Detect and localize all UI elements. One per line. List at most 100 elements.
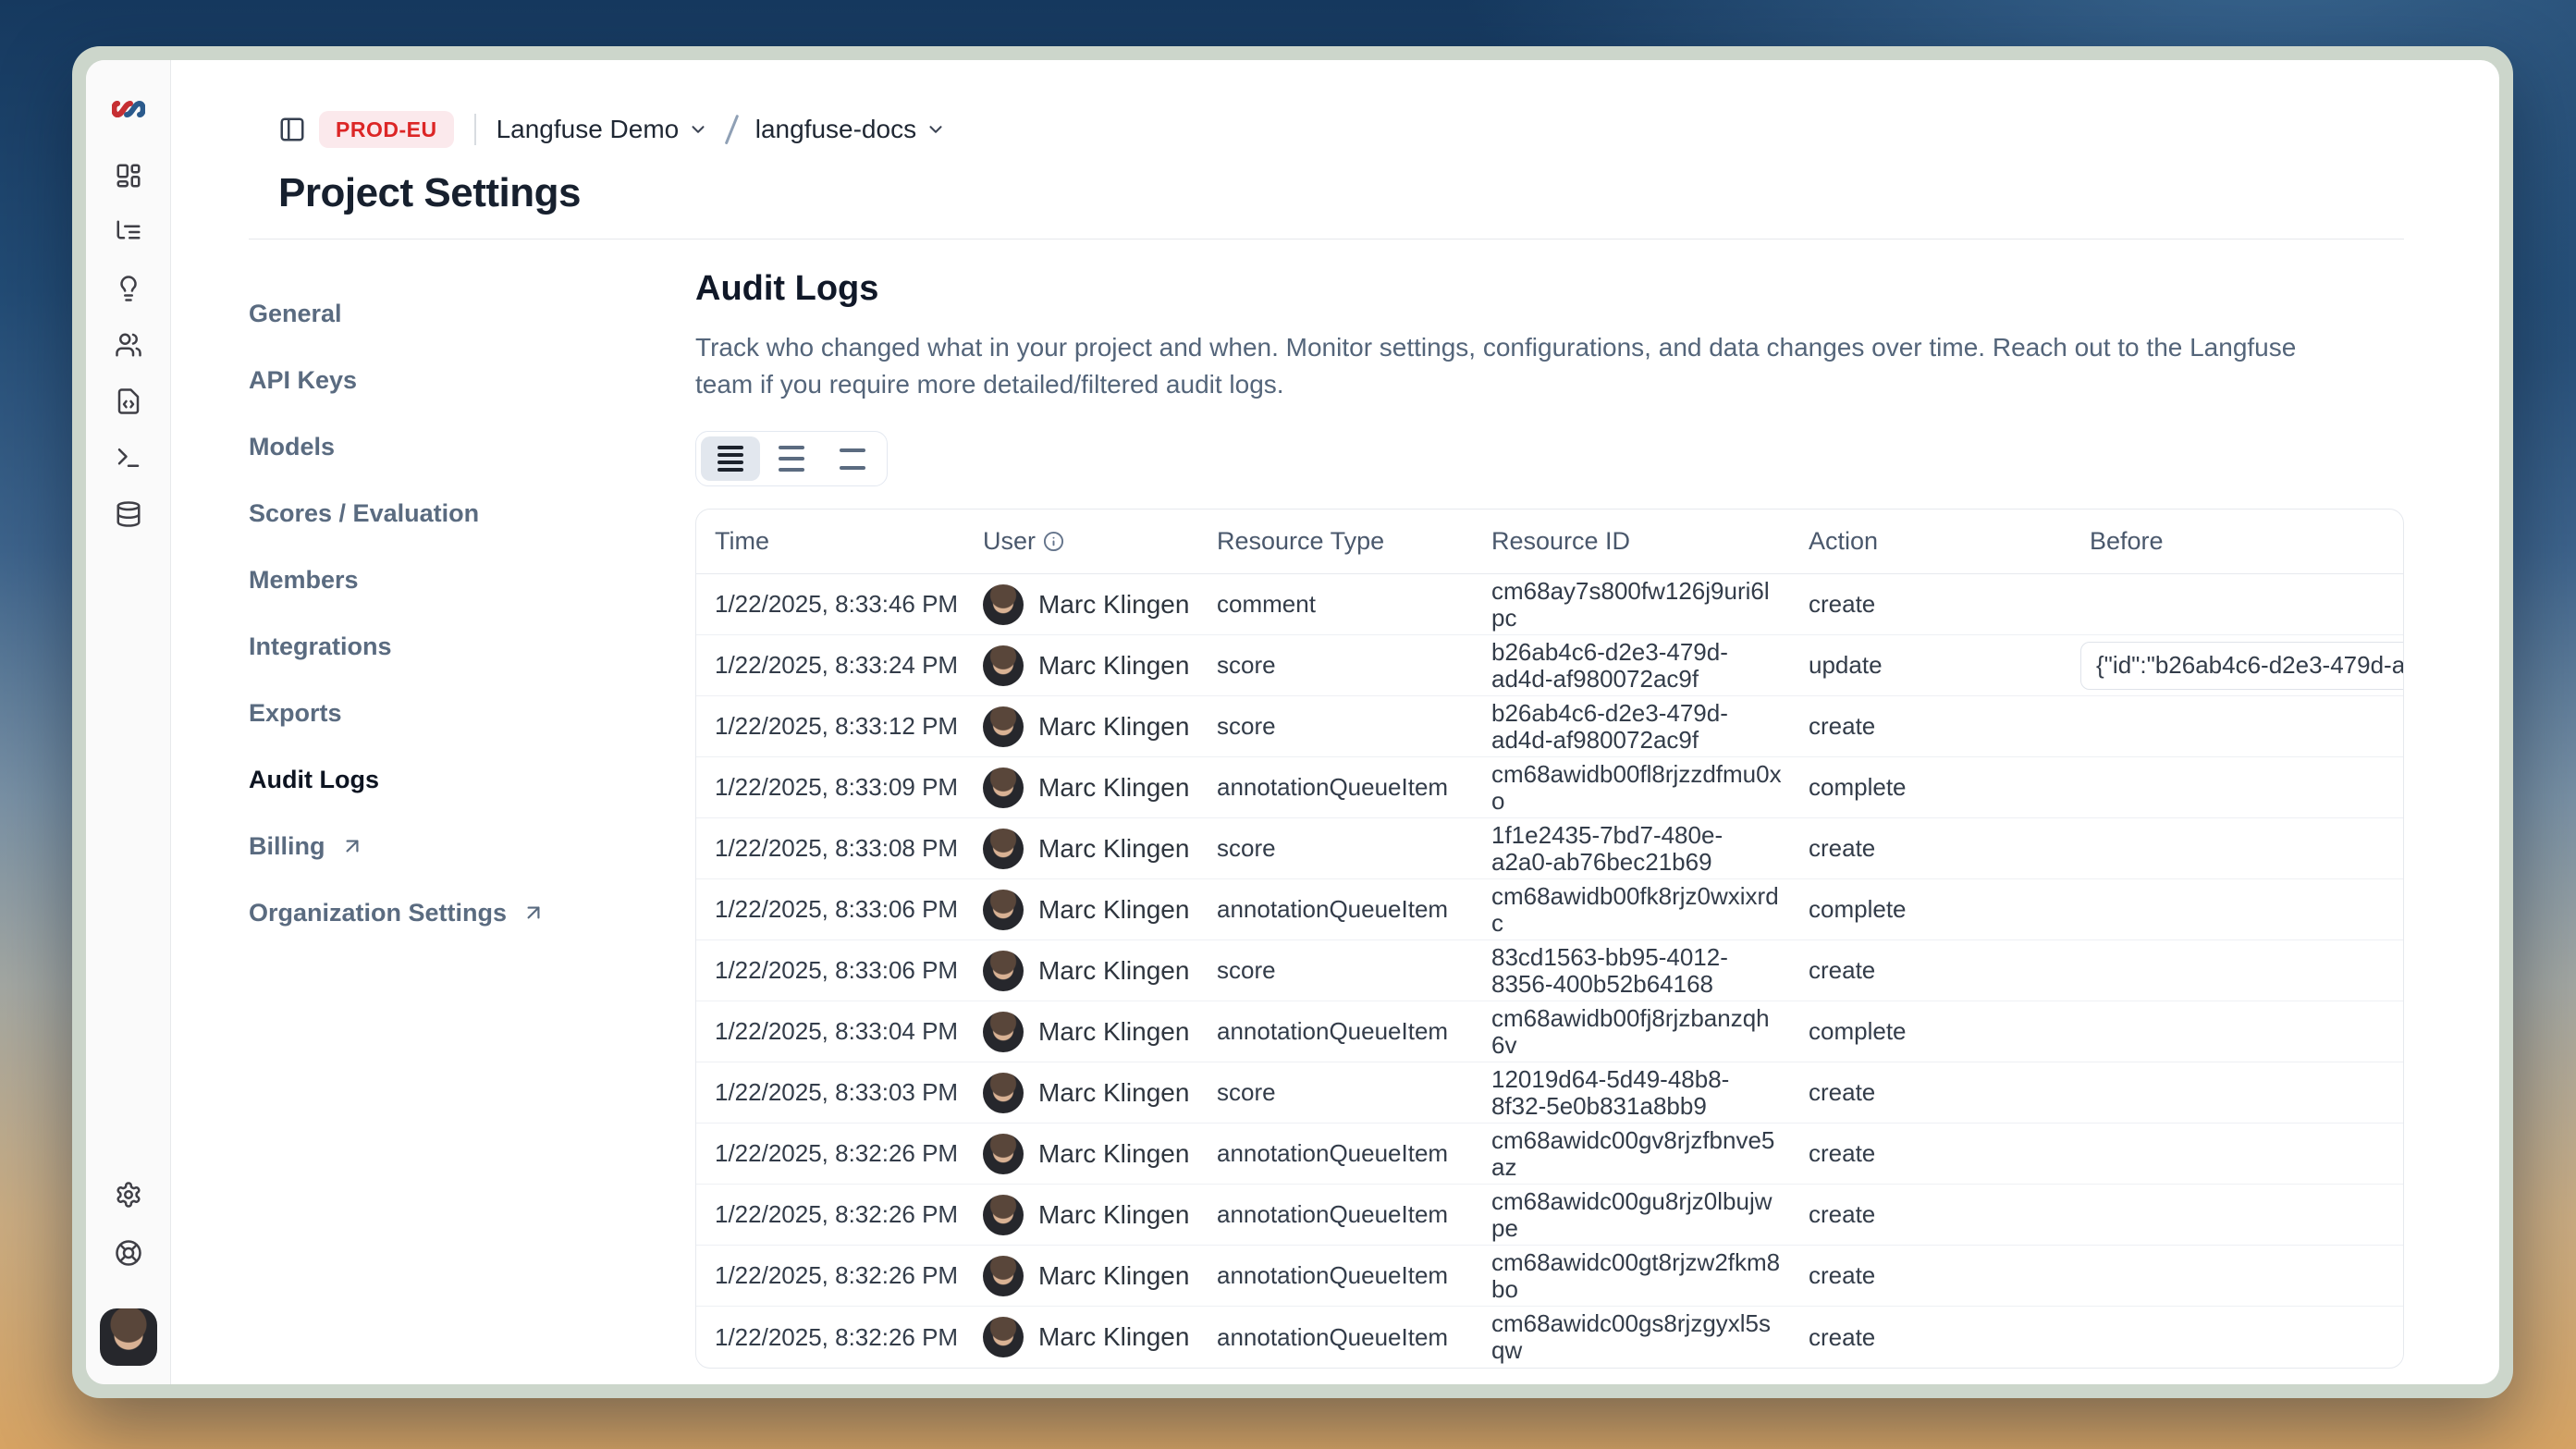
project-selector[interactable]: langfuse-docs <box>755 115 946 144</box>
column-header-resource-type: Resource Type <box>1198 527 1473 556</box>
cell-resource-type: score <box>1198 1078 1473 1107</box>
cell-resource-id: cm68awidc00gv8rjzfbnve5az <box>1473 1127 1790 1181</box>
cell-resource-id: cm68awidb00fk8rjz0wxixrdc <box>1473 883 1790 937</box>
cell-time: 1/22/2025, 8:33:08 PM <box>696 834 964 863</box>
row-height-medium-button[interactable] <box>762 436 821 481</box>
section-title: Audit Logs <box>695 269 2404 309</box>
cell-resource-id: 83cd1563-bb95-4012-8356-400b52b64168 <box>1473 944 1790 998</box>
database-icon[interactable] <box>115 500 142 528</box>
settings-nav-item-billing[interactable]: Billing <box>249 813 646 879</box>
row-user-avatar <box>983 829 1024 869</box>
breadcrumb: PROD-EU Langfuse Demo langfuse-docs <box>278 111 2499 148</box>
table-row[interactable]: 1/22/2025, 8:33:06 PM Marc Klingen annot… <box>696 879 2403 940</box>
cell-resource-type: annotationQueueItem <box>1198 1261 1473 1290</box>
chevron-down-icon <box>688 119 708 140</box>
table-row[interactable]: 1/22/2025, 8:33:24 PM Marc Klingen score… <box>696 635 2403 696</box>
cell-resource-id: cm68ay7s800fw126j9uri6lpc <box>1473 578 1790 632</box>
table-body: 1/22/2025, 8:33:46 PM Marc Klingen comme… <box>696 574 2403 1368</box>
settings-gear-icon[interactable] <box>115 1181 142 1209</box>
table-row[interactable]: 1/22/2025, 8:32:26 PM Marc Klingen annot… <box>696 1124 2403 1185</box>
lightbulb-icon[interactable] <box>115 275 142 302</box>
settings-nav-item-exports[interactable]: Exports <box>249 680 646 746</box>
playground-icon[interactable] <box>115 444 142 472</box>
cell-resource-type: annotationQueueItem <box>1198 773 1473 802</box>
dashboard-icon[interactable] <box>115 162 142 190</box>
cell-action: complete <box>1790 773 2071 802</box>
page-header: PROD-EU Langfuse Demo langfuse-docs Proj… <box>171 60 2499 216</box>
row-user-name: Marc Klingen <box>1038 590 1189 620</box>
cell-resource-type: annotationQueueItem <box>1198 1323 1473 1352</box>
cell-resource-type: annotationQueueItem <box>1198 1139 1473 1168</box>
table-row[interactable]: 1/22/2025, 8:33:08 PM Marc Klingen score… <box>696 818 2403 879</box>
cell-resource-id: b26ab4c6-d2e3-479d-ad4d-af980072ac9f <box>1473 700 1790 754</box>
row-user-name: Marc Klingen <box>1038 1261 1189 1291</box>
tracing-icon[interactable] <box>115 218 142 246</box>
cell-resource-type: annotationQueueItem <box>1198 1200 1473 1229</box>
cell-resource-id: b26ab4c6-d2e3-479d-ad4d-af980072ac9f <box>1473 639 1790 693</box>
langfuse-app: PROD-EU Langfuse Demo langfuse-docs Proj… <box>86 60 2499 1384</box>
users-icon[interactable] <box>115 331 142 359</box>
settings-nav-item-general[interactable]: General <box>249 280 646 347</box>
row-user-name: Marc Klingen <box>1038 834 1189 864</box>
table-row[interactable]: 1/22/2025, 8:33:12 PM Marc Klingen score… <box>696 696 2403 757</box>
cell-action: create <box>1790 1261 2071 1290</box>
row-user-name: Marc Klingen <box>1038 1139 1189 1169</box>
audit-log-table: Time User Resource Type Resource ID Acti… <box>695 509 2404 1369</box>
langfuse-logo-icon[interactable] <box>112 95 145 123</box>
cell-resource-id: cm68awidc00gt8rjzw2fkm8bo <box>1473 1249 1790 1303</box>
settings-nav-item-models[interactable]: Models <box>249 413 646 480</box>
settings-nav-item-scores-evaluation[interactable]: Scores / Evaluation <box>249 480 646 546</box>
cell-action: create <box>1790 956 2071 985</box>
settings-nav-item-members[interactable]: Members <box>249 546 646 613</box>
settings-body: General API Keys Models Scores / Evaluat… <box>171 252 2499 1384</box>
cell-action: complete <box>1790 895 2071 924</box>
support-lifebuoy-icon[interactable] <box>115 1239 142 1267</box>
table-row[interactable]: 1/22/2025, 8:32:26 PM Marc Klingen annot… <box>696 1307 2403 1368</box>
row-user-avatar <box>983 890 1024 930</box>
row-height-loose-button[interactable] <box>823 436 882 481</box>
row-user-avatar <box>983 1012 1024 1052</box>
table-row[interactable]: 1/22/2025, 8:33:06 PM Marc Klingen score… <box>696 940 2403 1001</box>
row-user-avatar <box>983 645 1024 686</box>
datasets-icon[interactable] <box>115 387 142 415</box>
cell-before: {"id":"b26ab4c6-d2e3-479d-a <box>2071 642 2404 690</box>
chevron-down-icon <box>926 119 946 140</box>
settings-nav-item-integrations[interactable]: Integrations <box>249 613 646 680</box>
row-user-name: Marc Klingen <box>1038 1078 1189 1108</box>
environment-badge: PROD-EU <box>319 111 454 148</box>
row-user-name: Marc Klingen <box>1038 895 1189 925</box>
info-icon[interactable] <box>1043 531 1064 552</box>
row-user-name: Marc Klingen <box>1038 773 1189 803</box>
medium-rows-icon <box>779 446 804 472</box>
row-user-avatar <box>983 584 1024 625</box>
table-row[interactable]: 1/22/2025, 8:33:46 PM Marc Klingen comme… <box>696 574 2403 635</box>
cell-resource-type: comment <box>1198 590 1473 619</box>
cell-resource-type: score <box>1198 956 1473 985</box>
settings-content: Audit Logs Track who changed what in you… <box>646 252 2404 1384</box>
table-row[interactable]: 1/22/2025, 8:32:26 PM Marc Klingen annot… <box>696 1185 2403 1246</box>
cell-resource-id: cm68awidc00gs8rjzgyxl5sqw <box>1473 1310 1790 1364</box>
sidebar-toggle-icon[interactable] <box>278 116 306 143</box>
table-row[interactable]: 1/22/2025, 8:33:09 PM Marc Klingen annot… <box>696 757 2403 818</box>
settings-nav-item-api-keys[interactable]: API Keys <box>249 347 646 413</box>
loose-rows-icon <box>840 448 865 470</box>
before-json-chip[interactable]: {"id":"b26ab4c6-d2e3-479d-a <box>2080 642 2404 690</box>
rail-nav <box>115 162 142 528</box>
settings-nav-item-audit-logs[interactable]: Audit Logs <box>249 746 646 813</box>
cell-time: 1/22/2025, 8:33:46 PM <box>696 590 964 619</box>
cell-user: Marc Klingen <box>964 1317 1198 1357</box>
user-avatar[interactable] <box>100 1308 157 1366</box>
cell-user: Marc Klingen <box>964 1195 1198 1235</box>
cell-resource-id: 1f1e2435-7bd7-480e-a2a0-ab76bec21b69 <box>1473 822 1790 876</box>
cell-resource-id: cm68awidb00fl8rjzzdfmu0xo <box>1473 761 1790 815</box>
table-row[interactable]: 1/22/2025, 8:32:26 PM Marc Klingen annot… <box>696 1246 2403 1307</box>
page-title: Project Settings <box>278 170 2499 216</box>
cell-time: 1/22/2025, 8:33:03 PM <box>696 1078 964 1107</box>
org-selector[interactable]: Langfuse Demo <box>497 115 709 144</box>
org-name: Langfuse Demo <box>497 115 680 144</box>
table-row[interactable]: 1/22/2025, 8:33:04 PM Marc Klingen annot… <box>696 1001 2403 1062</box>
settings-nav-item-organization-settings[interactable]: Organization Settings <box>249 879 646 946</box>
row-height-dense-button[interactable] <box>701 436 760 481</box>
table-row[interactable]: 1/22/2025, 8:33:03 PM Marc Klingen score… <box>696 1062 2403 1124</box>
settings-nav: General API Keys Models Scores / Evaluat… <box>249 252 646 1384</box>
